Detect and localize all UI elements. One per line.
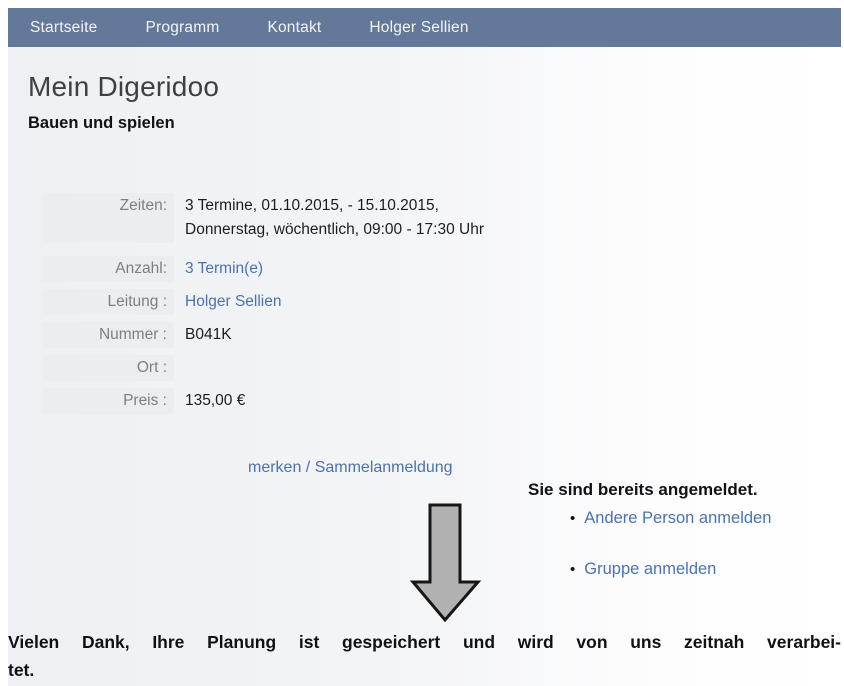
list-item-andere-person: • Andere Person anmelden [570,509,771,528]
page: Startseite Programm Kontakt Holger Selli… [0,0,844,686]
bookmark-sammelanmeldung-link[interactable]: merken / Sammelanmeldung [248,459,453,477]
row-value-anzahl-link[interactable]: 3 Termin(e) [174,256,263,282]
content-area: Mein Digeridoo Bauen und spielen Zeiten:… [8,47,841,686]
registration-status-text: Sie sind bereits angemeldet. [528,480,758,500]
row-label-zeiten: Zeiten: [42,193,174,243]
table-row-ort: Ort : [42,355,682,381]
row-value-zeiten: 3 Termine, 01.10.2015, - 15.10.2015, Don… [174,193,484,243]
confirmation-message: Vielen Dank, Ihre Planung ist gespeicher… [8,628,841,684]
row-label-anzahl: Anzahl: [42,256,174,282]
table-row-zeiten: Zeiten: 3 Termine, 01.10.2015, - 15.10.2… [42,193,682,243]
page-subtitle: Bauen und spielen [28,114,841,133]
down-arrow-icon [405,502,487,626]
confirmation-line-2: tet. [8,656,841,684]
row-label-preis: Preis : [42,388,174,414]
row-value-nummer: B041K [174,322,232,348]
nav-item-kontakt[interactable]: Kontakt [243,19,345,37]
andere-person-anmelden-link[interactable]: Andere Person anmelden [584,509,771,528]
gruppe-anmelden-link[interactable]: Gruppe anmelden [584,560,716,579]
row-value-leitung-link[interactable]: Holger Sellien [174,289,282,315]
row-value-preis: 135,00 € [174,388,245,414]
table-row-leitung: Leitung : Holger Sellien [42,289,682,315]
nav-item-holger-sellien[interactable]: Holger Sellien [345,19,492,37]
table-row-nummer: Nummer : B041K [42,322,682,348]
row-label-nummer: Nummer : [42,322,174,348]
bullet-icon: • [570,561,575,578]
row-value-ort [174,355,185,381]
course-details-table: Zeiten: 3 Termine, 01.10.2015, - 15.10.2… [42,193,682,421]
page-title: Mein Digeridoo [28,71,841,103]
navbar: Startseite Programm Kontakt Holger Selli… [8,8,841,47]
confirmation-line-1: Vielen Dank, Ihre Planung ist gespeicher… [8,628,841,656]
bullet-icon: • [570,510,575,527]
row-label-ort: Ort : [42,355,174,381]
list-item-gruppe: • Gruppe anmelden [570,560,716,579]
zeiten-line-1: 3 Termine, 01.10.2015, - 15.10.2015, [185,194,484,218]
nav-item-programm[interactable]: Programm [121,19,243,37]
nav-item-startseite[interactable]: Startseite [30,19,121,37]
table-row-anzahl: Anzahl: 3 Termin(e) [42,256,682,282]
zeiten-line-2: Donnerstag, wöchentlich, 09:00 - 17:30 U… [185,218,484,242]
row-label-leitung: Leitung : [42,289,174,315]
table-row-preis: Preis : 135,00 € [42,388,682,414]
